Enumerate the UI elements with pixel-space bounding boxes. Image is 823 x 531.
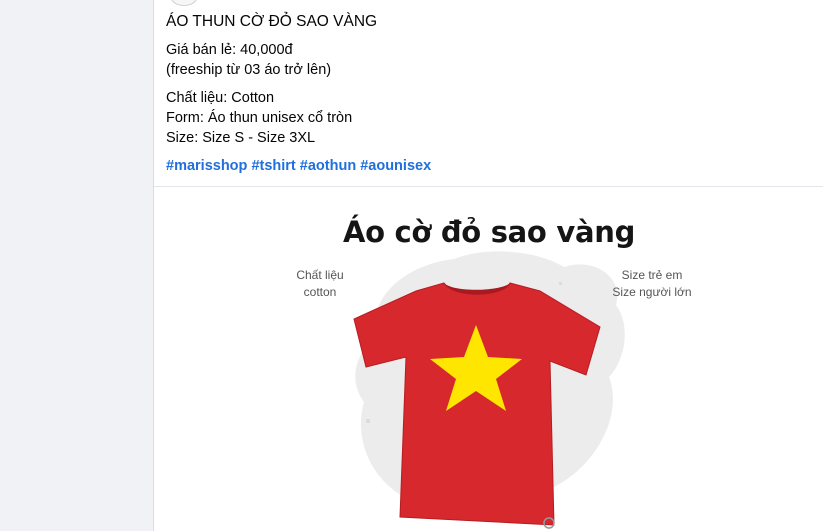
freeship-line: (freeship từ 03 áo trở lên) [166,62,332,78]
details-block: Chất liệu: Cotton Form: Áo thun unisex c… [166,88,809,148]
hashtag-link[interactable]: #aounisex [360,158,431,174]
author-avatar[interactable] [170,0,198,6]
size-line: Size: Size S - Size 3XL [166,130,316,146]
size-label-line: Size trẻ em [621,268,683,282]
size-label: Size trẻ em Size người lớn [602,267,702,301]
post-body: ÁO THUN CỜ ĐỎ SAO VÀNG Giá bán lẻ: 40,00… [166,12,809,176]
left-gutter [0,0,153,531]
photo-heading: Áo cờ đỏ sao vàng [342,215,636,249]
hashtag-list: #marisshop #tshirt #aothun #aounisex [166,156,809,176]
post-card: ÁO THUN CỜ ĐỎ SAO VÀNG Giá bán lẻ: 40,00… [153,0,823,531]
post-title: ÁO THUN CỜ ĐỎ SAO VÀNG [166,13,378,30]
material-label-line: cotton [303,285,337,299]
material-line: Chất liệu: Cotton [166,90,275,106]
material-label: Chất liệu cotton [284,267,356,301]
price-block: Giá bán lẻ: 40,000đ (freeship từ 03 áo t… [166,40,809,80]
size-label-line: Size người lớn [612,285,692,299]
post-photo[interactable]: Áo cờ đỏ sao vàng Chất liệu cotton Size … [154,187,823,531]
hashtag-link[interactable]: #tshirt [251,158,295,174]
hashtag-link[interactable]: #aothun [300,158,356,174]
hashtag-link[interactable]: #marisshop [166,158,247,174]
form-line: Form: Áo thun unisex cổ tròn [166,110,353,126]
material-label-line: Chất liệu [296,268,344,282]
price-line: Giá bán lẻ: 40,000đ [166,42,293,58]
